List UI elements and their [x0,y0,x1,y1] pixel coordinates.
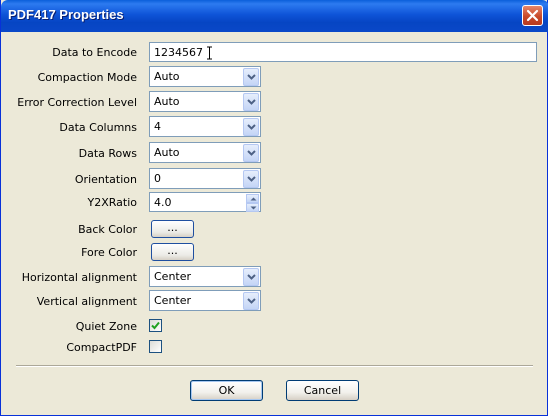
chevron-down-icon [247,274,256,280]
separator-highlight [16,366,533,367]
vertical-alignment-select[interactable]: Center [149,290,261,311]
fore-color-label: Fore Color [81,246,137,259]
chevron-up-icon [250,197,257,201]
checkmark-icon [151,321,160,330]
orientation-select[interactable]: 0 [149,168,261,189]
close-icon [526,9,539,22]
data-columns-dropdown-button[interactable] [243,118,259,136]
title-bar[interactable]: PDF417 Properties [1,0,548,32]
horizontal-alignment-select[interactable]: Center [149,266,261,287]
compact-pdf-checkbox[interactable] [149,340,162,353]
quiet-zone-checkbox[interactable] [149,319,162,332]
back-color-label: Back Color [78,223,137,236]
data-to-encode-label: Data to Encode [52,46,137,59]
orientation-label: Orientation [74,173,137,186]
error-correction-level-label: Error Correction Level [17,96,137,109]
spin-down-button[interactable] [246,203,259,212]
compaction-mode-select[interactable]: Auto [149,66,261,87]
chevron-down-icon [247,74,256,80]
properties-dialog: PDF417 Properties Data to Encode 1234567… [0,0,548,416]
error-correction-level-dropdown-button[interactable] [243,93,259,111]
data-to-encode-input[interactable]: 1234567 [149,42,537,62]
chevron-down-icon [247,99,256,105]
data-rows-label: Data Rows [78,147,137,160]
horizontal-alignment-label: Horizontal alignment [21,271,137,284]
quiet-zone-label: Quiet Zone [75,320,137,333]
data-rows-dropdown-button[interactable] [243,144,259,162]
ok-button[interactable]: OK [190,380,263,401]
fore-color-button[interactable]: ... [151,243,194,261]
chevron-down-icon [250,206,257,210]
text-cursor-icon [207,46,212,60]
orientation-dropdown-button[interactable] [243,170,259,188]
y2x-ratio-spinner[interactable]: 4.0 [149,192,261,212]
chevron-down-icon [247,298,256,304]
chevron-down-icon [247,150,256,156]
chevron-down-icon [247,124,256,130]
chevron-down-icon [247,176,256,182]
spin-up-button[interactable] [246,194,259,203]
close-button[interactable] [522,5,543,26]
window-title: PDF417 Properties [8,7,124,22]
data-columns-label: Data Columns [59,121,137,134]
compact-pdf-label: CompactPDF [66,341,137,354]
data-columns-select[interactable]: 4 [149,116,261,137]
y2x-ratio-spin-buttons [246,194,259,212]
vertical-alignment-dropdown-button[interactable] [243,292,259,310]
horizontal-alignment-dropdown-button[interactable] [243,268,259,286]
compaction-mode-dropdown-button[interactable] [243,68,259,86]
cancel-button[interactable]: Cancel [286,380,359,401]
compaction-mode-label: Compaction Mode [37,71,137,84]
data-rows-select[interactable]: Auto [149,142,261,163]
y2x-ratio-label: Y2XRatio [87,196,138,209]
back-color-button[interactable]: ... [151,220,194,238]
error-correction-level-select[interactable]: Auto [149,91,261,112]
vertical-alignment-label: Vertical alignment [36,295,137,308]
